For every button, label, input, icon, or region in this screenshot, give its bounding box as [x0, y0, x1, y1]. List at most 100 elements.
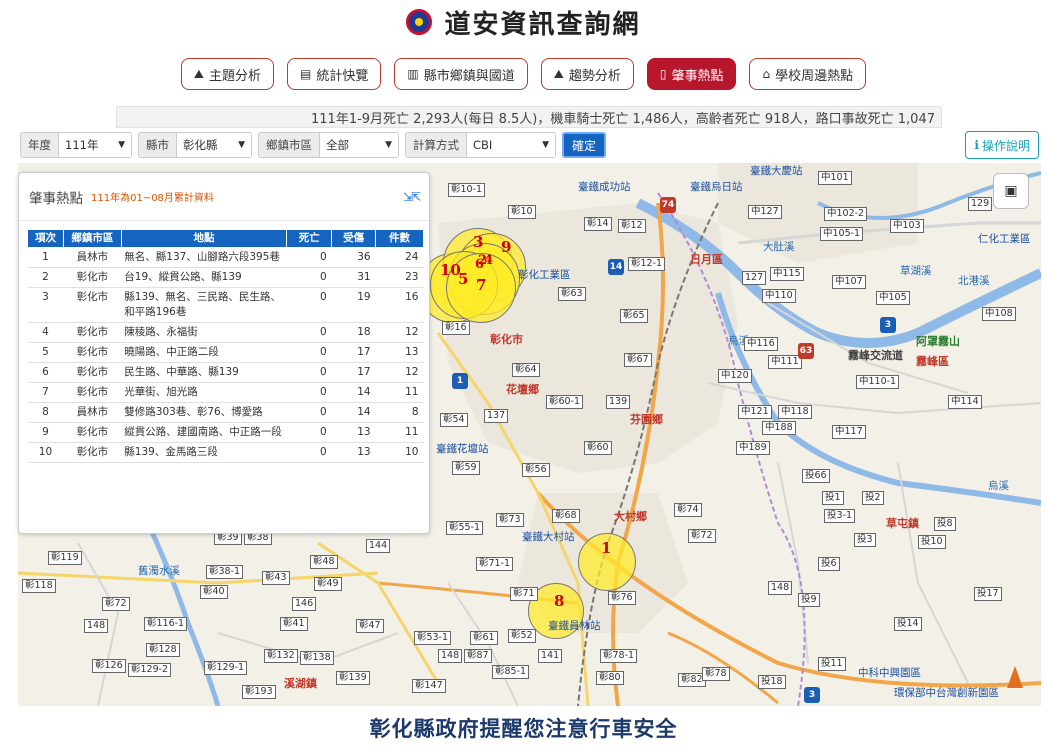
road-label: 彰78	[702, 667, 730, 681]
road-label: 127	[742, 271, 767, 285]
station-label: 環保部中台灣創新園區	[894, 687, 999, 699]
cell-cases: 11	[375, 382, 424, 403]
river-label: 草湖溪	[900, 265, 932, 277]
cell-rank: 1	[27, 247, 64, 268]
nav-trend-analysis[interactable]: ⛰ 趨勢分析	[540, 58, 634, 90]
table-row[interactable]: 2 彰化市 台19、縱貫公路、縣139 0 31 23	[27, 267, 424, 288]
help-label: 操作說明	[981, 138, 1030, 153]
confirm-button[interactable]: 確定	[562, 132, 607, 158]
table-row[interactable]: 4 彰化市 陳稜路、永福街 0 18 12	[27, 322, 424, 343]
road-label: 中188	[762, 421, 796, 435]
cell-location: 民生路、中華路、縣139	[121, 362, 287, 383]
highway-shield-icon: 74	[660, 197, 676, 213]
place-label: 霧峰區	[916, 355, 949, 368]
col-cases: 件數	[375, 229, 424, 248]
method-value: CBI	[473, 138, 493, 152]
road-label: 彰67	[624, 353, 652, 367]
road-label: 彰56	[522, 463, 550, 477]
cell-district: 彰化市	[63, 422, 122, 443]
station-label: 彰化工業區	[518, 269, 571, 281]
road-label: 彰71-1	[476, 557, 514, 571]
cell-location: 縣139、金馬路三段	[121, 442, 287, 463]
cell-injuries: 13	[331, 422, 376, 443]
county-select[interactable]: 彰化縣 ▼	[177, 133, 251, 157]
road-label: 彰139	[336, 671, 370, 685]
road-label: 彰64	[512, 363, 540, 377]
place-label: 花壇鄉	[506, 383, 539, 396]
river-label: 烏溪	[988, 480, 1009, 492]
road-label: 137	[484, 409, 509, 423]
table-row[interactable]: 7 彰化市 光華街、旭光路 0 14 11	[27, 382, 424, 403]
cell-injuries: 17	[331, 362, 376, 383]
road-label: 中117	[832, 425, 866, 439]
cell-deaths: 0	[286, 287, 332, 323]
cell-cases: 24	[375, 247, 424, 268]
table-row[interactable]: 8 員林市 雙修路303巷、彰76、博愛路 0 14 8	[27, 402, 424, 423]
road-label: 投14	[894, 617, 922, 631]
layer-toggle-button[interactable]: ▣	[993, 173, 1029, 209]
nav-label: 主題分析	[208, 68, 261, 84]
nav-stats-overview[interactable]: ▤ 統計快覽	[287, 58, 382, 90]
road-label: 中111	[768, 355, 802, 369]
hotspot-table: 項次 鄉鎮市區 地點 死亡 受傷 件數 1 員林市 無名、縣137、山腳路六段395…	[27, 229, 424, 463]
town-select[interactable]: 全部 ▼	[320, 133, 398, 157]
road-label: 彰54	[440, 413, 468, 427]
road-label: 彰16	[442, 321, 470, 335]
road-label: 彰87	[464, 649, 492, 663]
table-row[interactable]: 9 彰化市 縱貫公路、建國南路、中正路一段 0 13 11	[27, 422, 424, 443]
cell-rank: 9	[27, 422, 64, 443]
cell-injuries: 19	[331, 287, 376, 323]
road-label: 彰52	[508, 629, 536, 643]
hotspot-panel: 肇事熱點 111年為01~08月累計資料 ⇲⇱ 項次 鄉鎮市區 地點 死亡 受傷…	[18, 172, 430, 534]
cell-cases: 13	[375, 342, 424, 363]
method-select[interactable]: CBI ▼	[467, 133, 555, 157]
road-label: 彰41	[280, 617, 308, 631]
year-select[interactable]: 111年 ▼	[59, 133, 131, 157]
cell-location: 雙修路303巷、彰76、博愛路	[121, 402, 287, 423]
road-label: 投11	[818, 657, 846, 671]
road-label: 中115	[770, 267, 804, 281]
cell-cases: 12	[375, 362, 424, 383]
cell-location: 無名、縣137、山腳路六段395巷	[121, 247, 287, 268]
cell-injuries: 13	[331, 442, 376, 463]
stats-banner: 111年1-9月死亡 2,293人(每日 8.5人)，機車騎士死亡 1,486人…	[116, 106, 942, 128]
road-label: 投2	[862, 491, 884, 505]
road-label: 投3	[854, 533, 876, 547]
nav-school-hotspots[interactable]: ⌂ 學校周邊熱點	[749, 58, 867, 90]
newspaper-icon: ▤	[300, 67, 312, 81]
road-label: 129	[968, 197, 993, 211]
nav-county-town[interactable]: ▥ 縣市鄉鎮與國道	[394, 58, 528, 90]
cell-deaths: 0	[286, 362, 332, 383]
hotspot-label: 6	[475, 257, 485, 272]
cell-rank: 10	[27, 442, 64, 463]
site-header: 道安資訊查詢網	[0, 0, 1047, 44]
table-row[interactable]: 1 員林市 無名、縣137、山腳路六段395巷 0 36 24	[27, 247, 424, 268]
road-label: 彰47	[356, 619, 384, 633]
station-label: 臺鐵花壇站	[436, 443, 489, 455]
method-label: 計算方式	[406, 133, 467, 157]
cell-deaths: 0	[286, 267, 332, 288]
collapse-icon[interactable]: ⇲⇱	[403, 190, 421, 204]
table-row[interactable]: 3 彰化市 縣139、無名、三民路、民生路、和平路196巷 0 19 16	[27, 287, 424, 323]
place-label: 日月區	[690, 253, 723, 266]
chevron-down-icon: ▼	[385, 140, 392, 150]
road-label: 中114	[948, 395, 982, 409]
table-row[interactable]: 10 彰化市 縣139、金馬路三段 0 13 10	[27, 442, 424, 463]
cell-district: 彰化市	[63, 382, 122, 403]
cell-injuries: 36	[331, 247, 376, 268]
nav-theme-analysis[interactable]: ⛰ 主題分析	[180, 58, 274, 90]
table-row[interactable]: 6 彰化市 民生路、中華路、縣139 0 17 12	[27, 362, 424, 383]
nav-accident-hotspots[interactable]: ▯ 肇事熱點	[646, 58, 737, 90]
emblem-icon	[406, 9, 433, 35]
hotspot-label: 3	[473, 233, 484, 251]
table-row[interactable]: 5 彰化市 曉陽路、中正路二段 0 17 13	[27, 342, 424, 363]
place-label: 霧峰交流道	[848, 349, 903, 362]
road-label: 彰129-2	[128, 663, 172, 677]
highway-shield-icon: 1	[452, 373, 468, 389]
road-label: 中110	[762, 289, 796, 303]
hotspot-label: 4	[484, 253, 494, 268]
cell-location: 光華街、旭光路	[121, 382, 287, 403]
place-label: 芬園鄉	[630, 413, 663, 426]
help-button[interactable]: ℹ 操作說明	[965, 131, 1039, 159]
road-label: 彰118	[22, 579, 56, 593]
